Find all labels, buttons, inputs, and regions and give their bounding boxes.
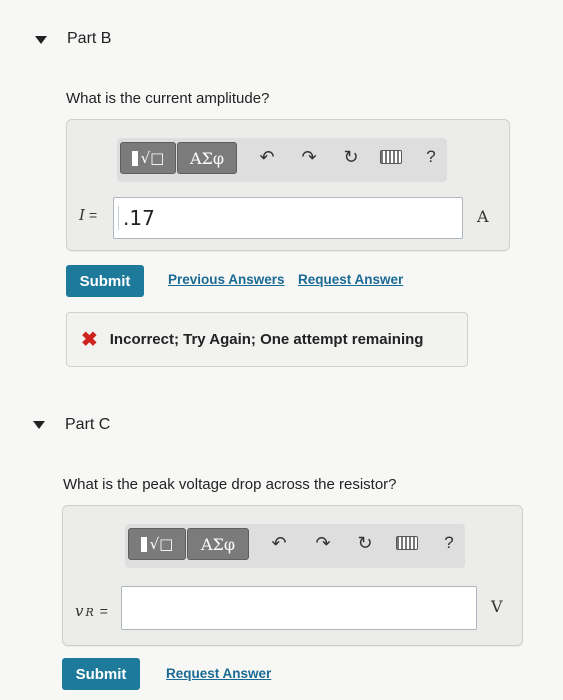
part-b-math-toolbar: √□ ΑΣφ ↶ ↷ ↻ ? (117, 138, 447, 182)
greek-letters-label: ΑΣφ (189, 148, 225, 168)
undo-icon[interactable]: ↶ (255, 146, 279, 168)
part-c-submit-button[interactable]: Submit (62, 658, 140, 690)
part-b-greek-symbols-button[interactable]: ΑΣφ (177, 142, 237, 174)
variable-v: v (75, 602, 84, 620)
part-c-math-toolbar: √□ ΑΣφ ↶ ↷ ↻ ? (125, 524, 465, 568)
part-c-templates-button[interactable]: √□ (128, 528, 186, 560)
keyboard-icon[interactable] (395, 532, 419, 554)
part-b-question: What is the current amplitude? (66, 90, 270, 107)
part-b-templates-button[interactable]: √□ (120, 142, 176, 174)
part-b-submit-button[interactable]: Submit (66, 265, 144, 297)
square-block-icon (140, 536, 147, 552)
redo-icon[interactable]: ↷ (311, 532, 335, 554)
x-mark-icon: ✖ (81, 329, 98, 351)
answer-value: .17 (118, 206, 155, 230)
greek-letters-label: ΑΣφ (200, 534, 236, 554)
part-b-answer-panel: √□ ΑΣφ ↶ ↷ ↻ ? I = .17 A (66, 119, 510, 251)
previous-answers-link[interactable]: Previous Answers (168, 272, 285, 287)
part-b-equation-label: I = (79, 206, 97, 224)
part-c-unit: V (491, 597, 503, 616)
part-b-collapse-caret[interactable] (35, 36, 47, 44)
feedback-text: Incorrect; Try Again; One attempt remain… (109, 331, 424, 348)
radical-template-icon: √□ (149, 535, 174, 553)
part-c-equation-label: v R = (75, 602, 108, 620)
incorrect-feedback-box: ✖ Incorrect; Try Again; One attempt rema… (66, 312, 468, 367)
part-b-title: Part B (67, 30, 112, 47)
part-b-request-answer-link[interactable]: Request Answer (298, 272, 403, 287)
subscript-r: R (85, 606, 94, 619)
part-c-title: Part C (65, 416, 111, 433)
redo-icon[interactable]: ↷ (297, 146, 321, 168)
radical-template-icon: √□ (140, 149, 165, 167)
part-b-answer-input[interactable]: .17 (113, 197, 463, 239)
undo-icon[interactable]: ↶ (267, 532, 291, 554)
part-c-answer-input[interactable] (121, 586, 477, 630)
reset-icon[interactable]: ↻ (339, 146, 363, 168)
square-block-icon (131, 150, 138, 166)
part-c-question: What is the peak voltage drop across the… (63, 476, 397, 493)
variable-i: I (79, 206, 85, 224)
part-c-request-answer-link[interactable]: Request Answer (166, 666, 271, 681)
reset-icon[interactable]: ↻ (353, 532, 377, 554)
part-c-collapse-caret[interactable] (33, 421, 45, 429)
equals-sign: = (99, 603, 108, 619)
part-b-unit: A (477, 207, 489, 226)
equals-sign: = (88, 207, 98, 223)
keyboard-icon[interactable] (379, 146, 403, 168)
help-icon[interactable]: ? (419, 146, 443, 168)
help-icon[interactable]: ? (437, 532, 461, 554)
part-c-answer-panel: √□ ΑΣφ ↶ ↷ ↻ ? v R = V (62, 505, 523, 646)
part-c-greek-symbols-button[interactable]: ΑΣφ (187, 528, 249, 560)
